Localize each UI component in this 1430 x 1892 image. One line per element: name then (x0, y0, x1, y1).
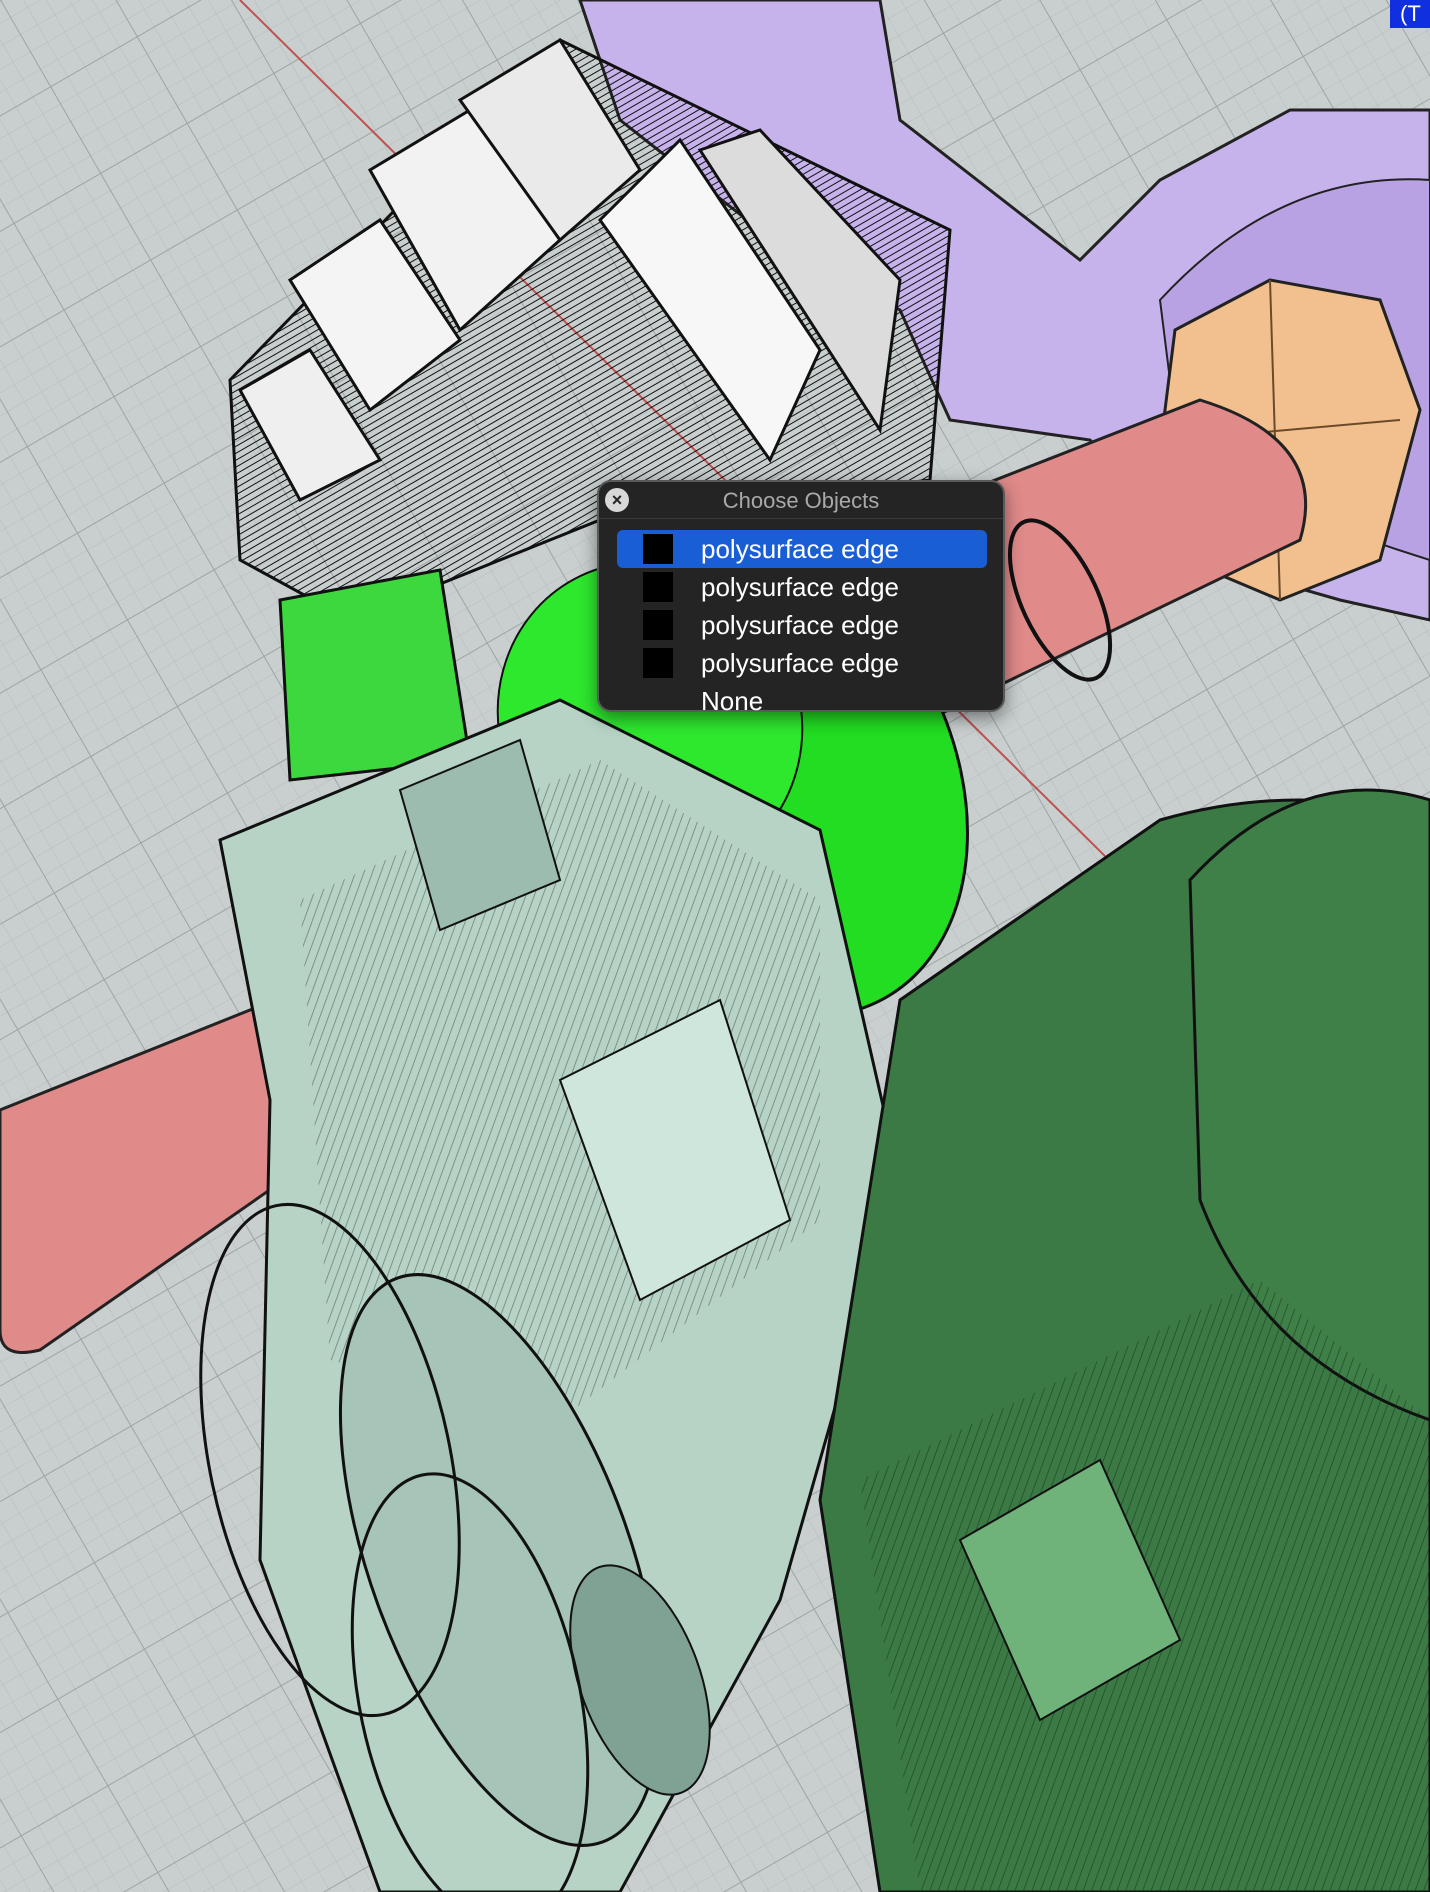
scene-render (0, 0, 1430, 1892)
item-label: polysurface edge (701, 648, 900, 678)
item-label: polysurface edge (701, 534, 900, 564)
3d-viewport[interactable]: (T (0, 0, 1430, 1892)
color-swatch (643, 610, 673, 640)
item-label: polysurface edge (701, 610, 900, 640)
list-item[interactable]: polysurface edge (617, 530, 987, 568)
list-item[interactable]: polysurface edge (617, 644, 987, 682)
item-label: None (701, 686, 764, 716)
list-item[interactable]: polysurface edge (617, 606, 987, 644)
color-swatch (643, 572, 673, 602)
popup-header: × Choose Objects (599, 482, 1003, 519)
item-label: polysurface edge (701, 572, 900, 602)
list-item[interactable]: polysurface edge (617, 568, 987, 606)
object-list: polysurface edge polysurface edge polysu… (617, 530, 987, 720)
choose-objects-popup: × Choose Objects polysurface edge polysu… (597, 480, 1005, 716)
popup-title: Choose Objects (722, 488, 880, 513)
list-item-none[interactable]: None (617, 682, 987, 720)
color-swatch (643, 648, 673, 678)
color-swatch (643, 534, 673, 564)
viewport-corner-tag: (T (1390, 0, 1430, 28)
